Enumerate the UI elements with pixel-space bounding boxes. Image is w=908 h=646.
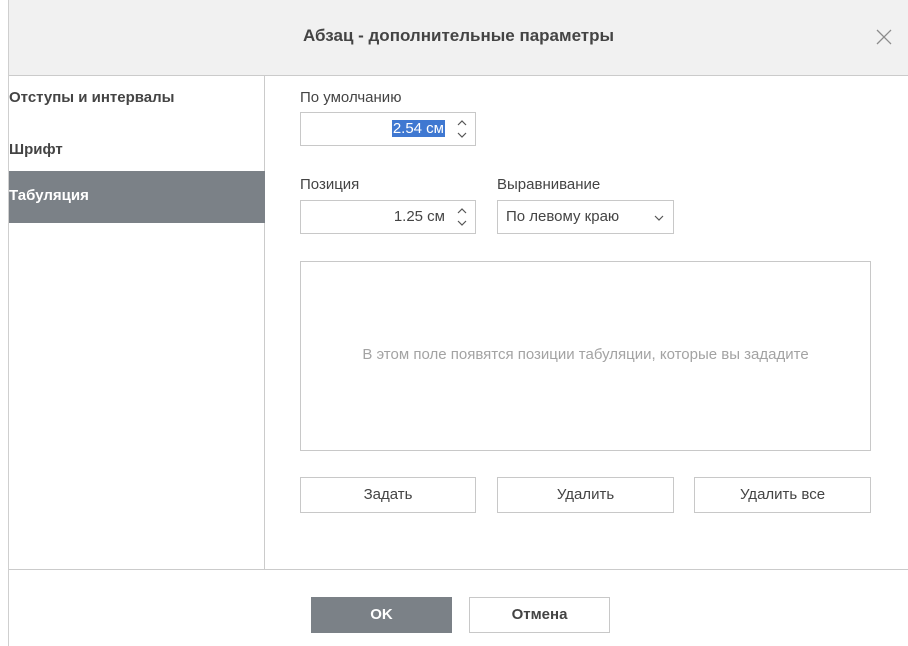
ok-button[interactable]: OK	[311, 597, 452, 633]
position-label: Позиция	[300, 176, 360, 193]
position-stepper[interactable]: 1.25 см	[300, 200, 476, 234]
remove-tab-button[interactable]: Удалить	[497, 477, 674, 513]
stepper-arrows-icon[interactable]	[455, 115, 469, 143]
chevron-down-icon	[654, 215, 664, 221]
default-tab-label: По умолчанию	[300, 89, 402, 106]
close-icon[interactable]	[874, 27, 894, 47]
alignment-value: По левому краю	[506, 208, 620, 225]
sidebar-item-label: Табуляция	[9, 187, 89, 204]
sidebar-item-label: Отступы и интервалы	[9, 89, 175, 106]
settings-sidebar: Отступы и интервалы Шрифт Табуляция	[9, 76, 265, 569]
position-value[interactable]: 1.25 см	[394, 208, 445, 225]
default-tab-stepper[interactable]: 2.54 см	[300, 112, 476, 146]
sidebar-item-tabs[interactable]: Табуляция	[9, 171, 265, 223]
remove-all-tabs-button[interactable]: Удалить все	[694, 477, 871, 513]
alignment-select[interactable]: По левому краю	[497, 200, 674, 234]
sidebar-item-label: Шрифт	[9, 141, 63, 158]
dialog-header: Абзац - дополнительные параметры	[9, 0, 908, 76]
alignment-label: Выравнивание	[497, 176, 601, 193]
set-tab-button[interactable]: Задать	[300, 477, 476, 513]
default-tab-value[interactable]: 2.54 см	[391, 120, 445, 137]
tab-stops-placeholder: В этом поле появятся позиции табуляции, …	[362, 346, 809, 363]
stepper-arrows-icon[interactable]	[455, 203, 469, 231]
cancel-button[interactable]: Отмена	[469, 597, 610, 633]
footer-divider	[9, 569, 908, 570]
paragraph-advanced-settings-dialog: Абзац - дополнительные параметры Отступы…	[0, 0, 908, 646]
sidebar-item-indents-spacing[interactable]: Отступы и интервалы	[9, 76, 265, 128]
tab-stops-list[interactable]: В этом поле появятся позиции табуляции, …	[300, 261, 871, 451]
dialog-title: Абзац - дополнительные параметры	[302, 26, 615, 45]
